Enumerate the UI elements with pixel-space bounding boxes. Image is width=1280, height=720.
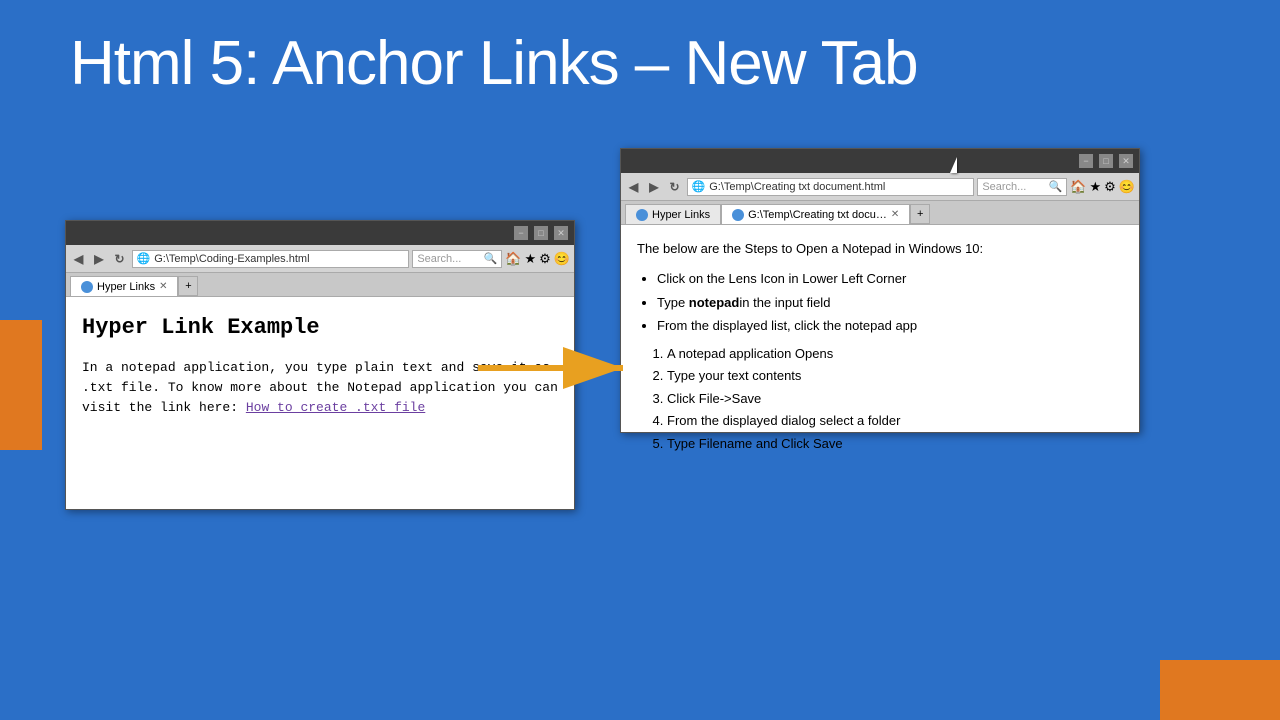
star-icon-right[interactable]: ★ [1090,179,1102,195]
minimize-button-right[interactable]: − [1079,154,1093,168]
content-intro-right: The below are the Steps to Open a Notepa… [637,239,1123,259]
notepad-bold: notepad [689,295,740,310]
titlebar-controls-right: − □ ✕ [1079,154,1133,168]
address-text-left: G:\Temp\Coding-Examples.html [154,253,309,265]
search-bar-right[interactable]: Search... 🔍 [977,178,1067,196]
tab-label-left: Hyper Links [97,281,155,293]
browser-tab-bar-left: Hyper Links ✕ + [66,273,574,297]
arrow-indicator [478,338,638,398]
tab-label-right1: Hyper Links [652,209,710,221]
address-text-right: G:\Temp\Creating txt document.html [709,181,885,193]
numbered-step-5: Type Filename and Click Save [667,434,1123,454]
step-bullet-3: From the displayed list, click the notep… [657,316,1123,336]
refresh-button-left[interactable]: ↻ [110,250,128,268]
tab-globe-icon-left [81,281,93,293]
browser-tab-bar-right: Hyper Links G:\Temp\Creating txt docu… ✕… [621,201,1139,225]
star-icon-left[interactable]: ★ [525,251,537,267]
new-tab-button-left[interactable]: + [178,276,198,296]
browser-toolbar-left: ◀ ▶ ↻ 🌐 G:\Temp\Coding-Examples.html Sea… [66,245,574,273]
tab-hyper-links-right[interactable]: Hyper Links [625,204,721,224]
browser-content-right: The below are the Steps to Open a Notepa… [621,225,1139,470]
maximize-button-right[interactable]: □ [1099,154,1113,168]
steps-list: Click on the Lens Icon in Lower Left Cor… [657,269,1123,336]
numbered-step-3: Click File->Save [667,389,1123,409]
toolbar-icons-right: 🏠 ★ ⚙ 😊 [1070,179,1135,195]
step-bullet-1: Click on the Lens Icon in Lower Left Cor… [657,269,1123,289]
back-button-right[interactable]: ◀ [625,178,642,196]
address-icon-right: 🌐 [692,180,706,193]
tab-close-left[interactable]: ✕ [159,281,167,292]
face-icon-left[interactable]: 😊 [554,251,570,267]
numbered-step-4: From the displayed dialog select a folde… [667,411,1123,431]
tab-globe-icon-right2 [732,209,744,221]
close-button-left[interactable]: ✕ [554,226,568,240]
titlebar-controls-left: − □ ✕ [514,226,568,240]
address-icon-left: 🌐 [137,252,151,265]
search-placeholder-right: Search... [982,181,1026,193]
gear-icon-right[interactable]: ⚙ [1104,179,1116,195]
numbered-step-2: Type your text contents [667,366,1123,386]
forward-button-right[interactable]: ▶ [645,178,662,196]
orange-accent-left [0,320,42,450]
new-tab-button-right[interactable]: + [910,204,930,224]
toolbar-icons-left: 🏠 ★ ⚙ 😊 [505,251,570,267]
home-icon-left[interactable]: 🏠 [505,251,521,267]
minimize-button-left[interactable]: − [514,226,528,240]
tab-label-right2: G:\Temp\Creating txt docu… [748,209,887,221]
orange-accent-bottom-right [1160,660,1280,720]
tab-hyper-links-left[interactable]: Hyper Links ✕ [70,276,178,296]
forward-button-left[interactable]: ▶ [90,250,107,268]
browser-titlebar-left: − □ ✕ [66,221,574,245]
tab-globe-icon-right1 [636,209,648,221]
how-to-link[interactable]: How to create .txt file [246,400,425,415]
browser-titlebar-right: − □ ✕ [621,149,1139,173]
search-icon-left: 🔍 [484,252,498,265]
numbered-step-1: A notepad application Opens [667,344,1123,364]
tab-creating-txt[interactable]: G:\Temp\Creating txt docu… ✕ [721,204,910,224]
gear-icon-left[interactable]: ⚙ [539,251,551,267]
search-bar-left[interactable]: Search... 🔍 [412,250,502,268]
refresh-button-right[interactable]: ↻ [665,178,683,196]
address-bar-right[interactable]: 🌐 G:\Temp\Creating txt document.html [687,178,975,196]
step-bullet-2: Type notepadin the input field [657,293,1123,313]
address-bar-left[interactable]: 🌐 G:\Temp\Coding-Examples.html [132,250,410,268]
browser-toolbar-right: ◀ ▶ ↻ 🌐 G:\Temp\Creating txt document.ht… [621,173,1139,201]
maximize-button-left[interactable]: □ [534,226,548,240]
browser-window-right: − □ ✕ ◀ ▶ ↻ 🌐 G:\Temp\Creating txt docum… [620,148,1140,433]
search-icon-right: 🔍 [1049,180,1063,193]
face-icon-right[interactable]: 😊 [1119,179,1135,195]
mouse-cursor [950,157,964,175]
home-icon-right[interactable]: 🏠 [1070,179,1086,195]
numbered-steps: A notepad application Opens Type your te… [667,344,1123,454]
tab-close-right[interactable]: ✕ [891,209,899,220]
slide-title: Html 5: Anchor Links – New Tab [70,28,1240,99]
search-placeholder-left: Search... [417,253,461,265]
close-button-right[interactable]: ✕ [1119,154,1133,168]
back-button-left[interactable]: ◀ [70,250,87,268]
